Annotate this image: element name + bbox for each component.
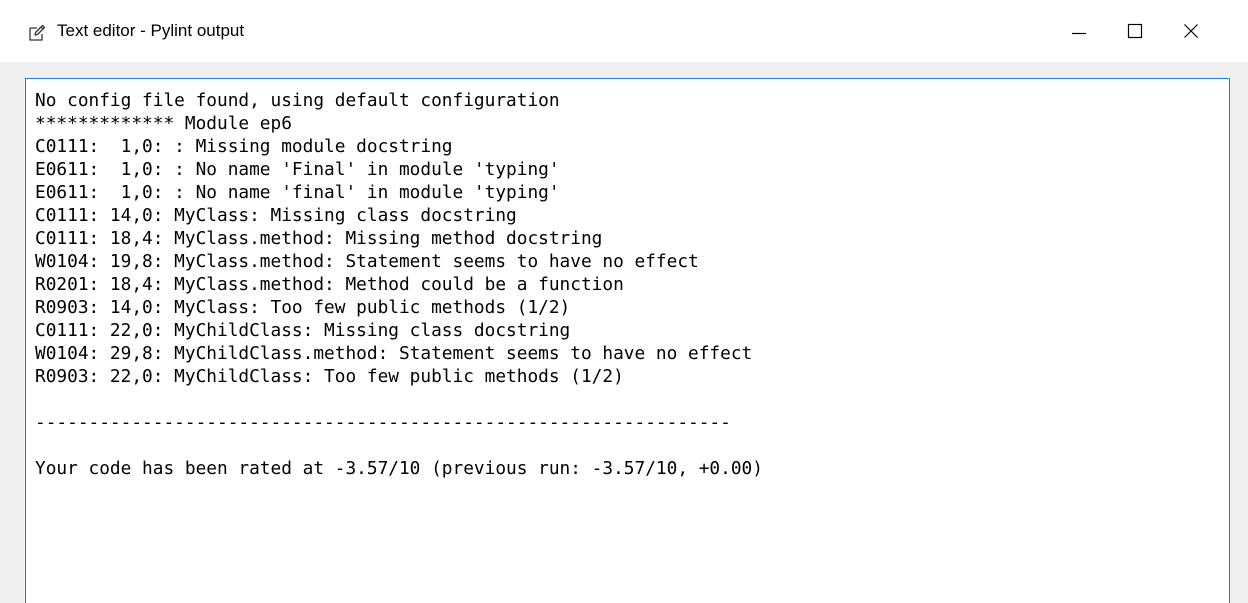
output-line: W0104: 19,8: MyClass.method: Statement s…: [35, 251, 699, 272]
output-line: ************* Module ep6: [35, 113, 292, 134]
output-line: C0111: 18,4: MyClass.method: Missing met…: [35, 228, 603, 249]
content-area: No config file found, using default conf…: [0, 62, 1248, 603]
output-line: C0111: 22,0: MyChildClass: Missing class…: [35, 320, 571, 341]
title-bar[interactable]: Text editor - Pylint output: [0, 0, 1248, 62]
window-title: Text editor - Pylint output: [57, 21, 245, 40]
output-line: W0104: 29,8: MyChildClass.method: Statem…: [35, 343, 753, 364]
maximize-button[interactable]: [1112, 0, 1158, 62]
close-button[interactable]: [1168, 0, 1214, 62]
output-text-area[interactable]: No config file found, using default conf…: [25, 78, 1230, 603]
edit-icon: [28, 24, 46, 42]
rating-line: Your code has been rated at -3.57/10 (pr…: [35, 458, 763, 479]
close-icon: [1183, 23, 1199, 39]
output-line: R0903: 14,0: MyClass: Too few public met…: [35, 297, 571, 318]
output-line: R0201: 18,4: MyClass.method: Method coul…: [35, 274, 624, 295]
separator-line: ----------------------------------------…: [35, 412, 731, 433]
output-line: No config file found, using default conf…: [35, 90, 560, 111]
text-editor-window: Text editor - Pylint output No config fi…: [0, 0, 1248, 603]
pylint-output: No config file found, using default conf…: [26, 79, 1229, 480]
minimize-icon: [1071, 23, 1087, 39]
output-line: E0611: 1,0: : No name 'final' in module …: [35, 182, 560, 203]
output-line: R0903: 22,0: MyChildClass: Too few publi…: [35, 366, 624, 387]
output-line: C0111: 14,0: MyClass: Missing class docs…: [35, 205, 517, 226]
minimize-button[interactable]: [1056, 0, 1102, 62]
maximize-icon: [1127, 23, 1143, 39]
output-line: E0611: 1,0: : No name 'Final' in module …: [35, 159, 560, 180]
output-line: C0111: 1,0: : Missing module docstring: [35, 136, 453, 157]
